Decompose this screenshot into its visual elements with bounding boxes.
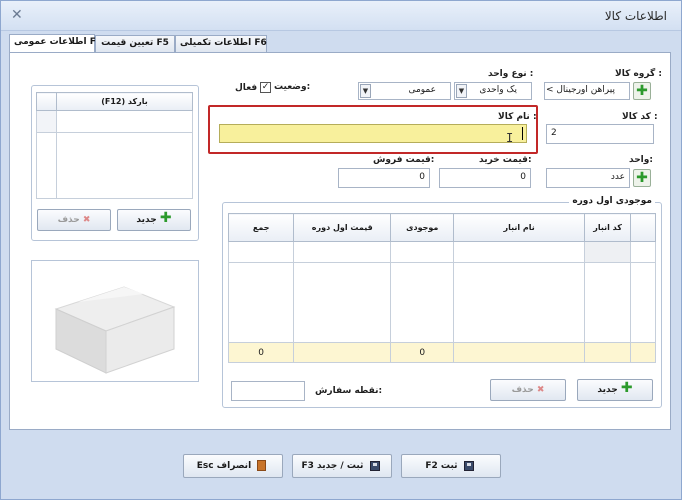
window-title: اطلاعات کالا xyxy=(604,9,667,23)
name-sum xyxy=(453,342,585,363)
text-caret xyxy=(522,127,523,140)
row-selector-header xyxy=(36,92,57,111)
inventory-table[interactable]: جمع قیمت اول دوره موجودی نام انبار کد ان… xyxy=(227,213,656,363)
barcode-delete-label: حذف xyxy=(57,215,80,225)
delete-x-icon: ✖ xyxy=(82,215,91,225)
unit-type-combo[interactable]: ▼ یک واحدی xyxy=(454,82,532,100)
barcode-new-button[interactable]: ✚ جدید xyxy=(117,209,191,231)
save-new-label: ثبت / جدید F3 xyxy=(301,461,364,471)
unit-label: واحد: xyxy=(629,155,653,165)
buy-price-field[interactable]: 0 xyxy=(439,168,531,188)
col-warehouse-name: نام انبار xyxy=(453,213,585,242)
inventory-delete-label: حذف xyxy=(511,385,534,395)
name-field[interactable] xyxy=(219,124,527,143)
inventory-delete-button[interactable]: ✖ حذف xyxy=(490,379,566,401)
inventory-summary-row: 0 0 xyxy=(227,342,656,363)
save-button[interactable]: ثبت F2 xyxy=(401,454,501,478)
active-label: فعال xyxy=(235,83,258,93)
product-image xyxy=(31,260,199,382)
plus-icon: ✚ xyxy=(636,170,648,186)
cancel-button[interactable]: انصراف Esc xyxy=(183,454,283,478)
col-warehouse-code: کد انبار xyxy=(583,213,632,242)
status-label: وضعیت: xyxy=(274,82,311,92)
name-label: نام کالا : xyxy=(498,112,537,122)
tab-extra-info[interactable]: اطلاعات تکمیلی F6 xyxy=(175,35,267,52)
price-sum xyxy=(293,342,392,363)
table-row xyxy=(227,262,656,343)
group-value: پیراهن اورجینال > پ xyxy=(545,85,615,95)
row-selector-header xyxy=(630,213,656,242)
barcode-column-header: (F12) بارکد xyxy=(56,92,193,111)
total-sum: 0 xyxy=(227,342,295,363)
unit-type-label: نوع واحد : xyxy=(488,69,534,79)
add-unit-button[interactable]: ✚ xyxy=(633,169,651,187)
barcode-new-label: جدید xyxy=(136,215,157,225)
table-row xyxy=(56,132,193,199)
floppy-icon xyxy=(463,460,474,471)
delete-x-icon: ✖ xyxy=(536,385,545,395)
inventory-new-button[interactable]: ✚ جدید xyxy=(577,379,653,401)
sell-price-label: قیمت فروش: xyxy=(373,155,435,165)
row-selector[interactable] xyxy=(36,110,57,133)
inventory-new-label: جدید xyxy=(597,385,618,395)
group-combo[interactable]: پیراهن اورجینال > پ xyxy=(544,82,630,100)
save-label: ثبت F2 xyxy=(425,461,458,471)
unit-type-value: یک واحدی xyxy=(479,85,517,95)
group-label: گروه کالا : xyxy=(615,69,662,79)
col-total: جمع xyxy=(227,213,295,242)
active-checkbox[interactable]: ✓ xyxy=(260,82,271,93)
ibeam-cursor-icon: I xyxy=(506,131,514,145)
plus-icon: ✚ xyxy=(636,83,648,99)
cancel-label: انصراف Esc xyxy=(196,461,252,471)
buy-price-label: قیمت خرید: xyxy=(479,155,532,165)
table-row[interactable] xyxy=(56,110,193,133)
plus-icon: ✚ xyxy=(159,210,172,226)
plus-icon: ✚ xyxy=(620,380,633,396)
table-row[interactable] xyxy=(227,241,656,263)
reorder-label: نقطه سفارش: xyxy=(315,386,383,396)
row-selector xyxy=(36,132,57,199)
barcode-table[interactable]: (F12) بارکد xyxy=(36,92,193,199)
reorder-field[interactable] xyxy=(231,381,305,401)
code-label: کد کالا : xyxy=(622,112,658,122)
unit-field[interactable]: عدد xyxy=(546,168,630,188)
stock-sum: 0 xyxy=(390,342,455,363)
exit-door-icon xyxy=(257,460,267,471)
close-icon[interactable]: ✕ xyxy=(11,7,23,23)
floppy-icon xyxy=(369,460,380,471)
barcode-delete-button[interactable]: ✖ حذف xyxy=(37,209,111,231)
sell-price-field[interactable]: 0 xyxy=(338,168,430,188)
unit-mode-value: عمومی xyxy=(408,85,436,95)
tab-general-info[interactable]: اطلاعات عمومی F4 xyxy=(9,34,102,53)
box-image xyxy=(54,286,176,374)
inventory-title: موجودی اول دوره xyxy=(569,196,655,206)
chevron-down-icon: ▼ xyxy=(456,84,467,98)
col-initial-price: قیمت اول دوره xyxy=(293,213,392,242)
item-info-window: ✕ اطلاعات کالا اطلاعات عمومی F4 تعیین قی… xyxy=(0,0,682,500)
tab-pricing[interactable]: تعیین قیمت F5 xyxy=(95,35,175,52)
code-sum xyxy=(583,342,632,363)
add-group-button[interactable]: ✚ xyxy=(633,82,651,100)
chevron-down-icon: ▼ xyxy=(360,84,371,98)
col-stock: موجودی xyxy=(390,213,455,242)
code-value-overlay xyxy=(546,124,654,144)
unit-mode-combo[interactable]: ▼ عمومی xyxy=(358,82,451,100)
title-bar: ✕ اطلاعات کالا xyxy=(1,1,681,31)
save-new-button[interactable]: ثبت / جدید F3 xyxy=(292,454,392,478)
